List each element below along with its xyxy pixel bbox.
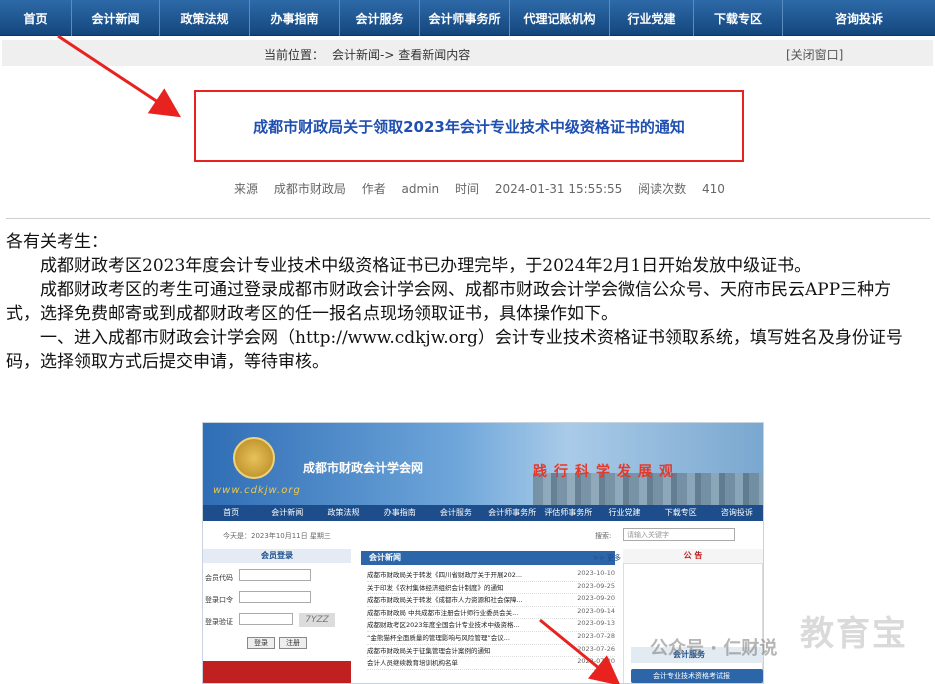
meta-author: admin [401,182,440,196]
article-paragraph: 一、进入成都市财政会计学会网（http://www.cdkjw.org）会计专业… [6,328,903,372]
nav-complaints[interactable]: 咨询投诉 [783,0,935,36]
embedded-nav-item: 会计新闻 [271,508,304,517]
top-navigation: 首页 会计新闻 政策法规 办事指南 会计服务 会计师事务所 代理记账机构 行业党… [0,0,935,36]
embedded-news-header: 会计新闻 [361,551,615,565]
article-paragraph: 成都财政考区2023年度会计专业技术中级资格证书已办理完毕，于2024年2月1日… [40,256,812,276]
embedded-search-label: 搜索: [595,532,612,540]
news-title: 成都财政考区2023年度全国会计专业技术中级资格... [367,621,520,630]
captcha-image: 7YZZ [299,613,335,627]
news-date: 2023-09-20 [577,594,615,603]
embedded-date: 今天是：2023年10月11日 星期三 [223,532,331,540]
nav-accounting-service[interactable]: 会计服务 [340,0,420,36]
article-title: 成都市财政局关于领取2023年会计专业技术中级资格证书的通知 [253,117,685,136]
password-input [239,591,311,603]
news-title: 关于印发《农村集体经济组织会计制度》的通知 [367,583,504,592]
site-name: 成都市财政会计学会网 [303,461,424,475]
nav-accounting-news[interactable]: 会计新闻 [72,0,160,36]
news-date: 2023-07-20 [577,657,615,666]
nav-policies[interactable]: 政策法规 [160,0,250,36]
member-code-input [239,569,311,581]
news-date: 2023-09-13 [577,619,615,628]
article-title-box: 成都市财政局关于领取2023年会计专业技术中级资格证书的通知 [194,90,744,162]
embedded-nav-item: 评估师事务所 [544,508,593,517]
news-title: 成都市财政局关于转发《四川省财政厅关于开展202... [367,571,523,579]
embedded-nav-item: 政策法规 [327,508,360,517]
party-building-banner [203,661,351,683]
nav-bookkeeping-agencies[interactable]: 代理记账机构 [510,0,610,36]
news-title: 成都市财政局关于征集管理会计案例的通知 [367,646,491,655]
embedded-nav-item: 首页 [223,508,240,517]
list-item: 会计人员继续教育培训机构名单 2023-07-20 [367,657,615,670]
article-body: 各有关考生： 成都财政考区2023年度会计专业技术中级资格证书已办理完毕，于20… [6,230,924,374]
breadcrumb-label: 当前位置： [264,48,325,62]
list-item: 成都市财政局 中共成都市注册会计师行业委员会关... 2023-09-14 [367,607,615,620]
list-item: 成都市财政局关于转发《四川省财政厅关于开展202... 2023-10-10 [367,569,615,582]
meta-source: 成都市财政局 [273,182,346,196]
close-window-link[interactable]: [关闭窗口] [786,46,843,63]
nav-party-building[interactable]: 行业党建 [610,0,694,36]
embedded-notice-header: 公 告 [623,549,763,563]
news-date: 2023-09-14 [577,606,615,615]
breadcrumb: 当前位置： 会计新闻-> 查看新闻内容 [264,46,478,63]
embedded-notice-panel [623,563,763,683]
embedded-nav-item: 会计服务 [439,508,472,517]
nav-home[interactable]: 首页 [0,0,72,36]
meta-time-label: 时间 [454,182,479,196]
article-meta: 来源 成都市财政局 作者 admin 时间 2024-01-31 15:55:5… [234,180,737,197]
list-item: 成都市财政局关于转发《成都市人力资源和社会保障... 2023-09-20 [367,594,615,607]
embedded-nav-item: 会计师事务所 [488,508,537,517]
nav-cpa-firms[interactable]: 会计师事务所 [420,0,510,36]
list-item: 成都财政考区2023年度全国会计专业技术中级资格... 2023-09-13 [367,619,615,632]
site-url: www.cdkjw.org [213,485,301,496]
news-title: 会计人员继续教育培训机构名单 [367,659,458,668]
embedded-search-box: 请输入关键字 [623,528,735,541]
news-date: 2023-10-10 [577,569,615,577]
verify-input [239,613,293,625]
list-item: “金熊猫杯全面质量的管理影响与风险管理”会议... 2023-07-28 [367,632,615,645]
embedded-exam-link: 会计专业技术资格考试报 [631,669,763,683]
watermark: 公众号 · 仁财说 [650,638,778,659]
nav-guide[interactable]: 办事指南 [250,0,340,36]
member-code-label: 会员代码 [205,574,233,582]
watermark-brand: 教育宝 [800,614,908,654]
meta-author-label: 作者 [361,182,386,196]
meta-views: 410 [701,182,725,196]
news-title: 成都市财政局 中共成都市注册会计师行业委员会关... [367,608,519,617]
article-paragraph: 成都财政考区的考生可通过登录成都市财政会计学会网、成都市财政会计学会微信公众号、… [6,280,892,324]
site-slogan: 践行科学发展观 [533,464,680,480]
verify-label: 登录验证 [205,618,233,626]
article-paragraph: 各有关考生： [6,232,108,252]
list-item: 关于印发《农村集体经济组织会计制度》的通知 2023-09-25 [367,582,615,595]
password-label: 登录口令 [205,596,233,604]
news-title: “金熊猫杯全面质量的管理影响与风险管理”会议... [367,633,510,642]
embedded-news-more: >> 更多 [593,554,621,562]
embedded-nav-item: 办事指南 [383,508,416,517]
embedded-navigation: 首页 会计新闻 政策法规 办事指南 会计服务 会计师事务所 评估师事务所 行业党… [203,505,763,521]
embedded-nav-item: 咨询投诉 [720,508,753,517]
list-item: 成都市财政局关于征集管理会计案例的通知 2023-07-26 [367,645,615,658]
news-title: 成都市财政局关于转发《成都市人力资源和社会保障... [367,596,523,605]
meta-time: 2024-01-31 15:55:55 [494,182,623,196]
nav-downloads[interactable]: 下载专区 [694,0,783,36]
embedded-news-list: 成都市财政局关于转发《四川省财政厅关于开展202... 2023-10-10 关于… [367,569,615,670]
meta-views-label: 阅读次数 [638,182,687,196]
news-date: 2023-07-26 [577,644,615,653]
breadcrumb-path[interactable]: 会计新闻-> 查看新闻内容 [332,48,470,62]
embedded-register-button: 注册 [279,637,307,649]
embedded-login-button: 登录 [247,637,275,649]
embedded-nav-item: 行业党建 [608,508,641,517]
news-date: 2023-09-25 [577,581,615,590]
meta-source-label: 来源 [234,182,259,196]
breadcrumb-bar: 当前位置： 会计新闻-> 查看新闻内容 [关闭窗口] [2,40,933,66]
embedded-nav-item: 下载专区 [664,508,697,517]
member-login-header: 会员登录 [203,549,351,563]
news-date: 2023-07-28 [577,631,615,640]
association-logo-icon [233,437,275,479]
divider [6,218,930,219]
